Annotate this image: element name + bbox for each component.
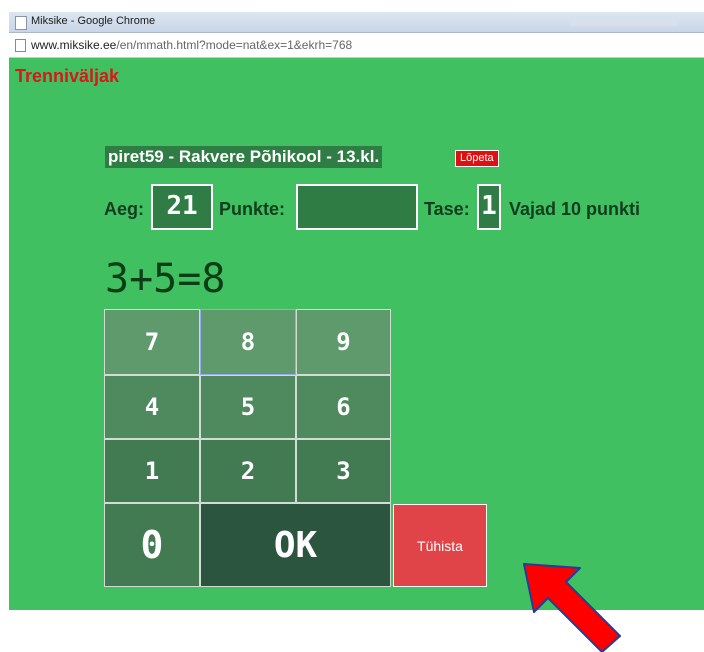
page-icon (15, 16, 27, 30)
key-7[interactable]: 7 (104, 309, 200, 375)
key-3[interactable]: 3 (296, 439, 391, 503)
points-label: Punkte: (219, 199, 286, 219)
key-5[interactable]: 5 (200, 375, 296, 439)
key-4[interactable]: 4 (104, 375, 200, 439)
key-9[interactable]: 9 (296, 309, 391, 375)
points-needed-text: Vajad 10 punkti (509, 199, 641, 219)
cancel-button[interactable]: Tühista (393, 504, 487, 587)
url-domain: www.miksike.ee (31, 38, 117, 52)
time-box: 21 (151, 184, 213, 230)
window-title: Miksike - Google Chrome (31, 15, 156, 27)
browser-titlebar: Miksike - Google Chrome (9, 12, 704, 33)
equation: 3+5=8 (105, 256, 226, 302)
key-0[interactable]: 0 (104, 503, 200, 587)
points-box (296, 184, 418, 230)
key-6[interactable]: 6 (296, 375, 391, 439)
site-title: Trenniväljak (15, 66, 120, 86)
user-info: piret59 - Rakvere Põhikool - 13.kl. (105, 146, 383, 168)
level-label: Tase: (424, 199, 470, 219)
url-text[interactable]: www.miksike.ee/en/mmath.html?mode=nat&ex… (31, 38, 352, 52)
stop-button[interactable]: Lõpeta (455, 150, 499, 167)
page-viewport: Trenniväljak piret59 - Rakvere Põhikool … (9, 58, 704, 610)
key-2[interactable]: 2 (200, 439, 296, 503)
url-path: /en/mmath.html?mode=nat&ex=1&ekrh=768 (116, 38, 353, 52)
ok-button[interactable]: OK (200, 503, 391, 587)
time-label: Aeg: (104, 199, 144, 219)
key-1[interactable]: 1 (104, 439, 200, 503)
red-pointer-arrow-icon (523, 563, 621, 652)
key-8[interactable]: 8 (200, 309, 296, 375)
level-box: 1 (477, 184, 501, 230)
window-controls[interactable] (569, 16, 679, 26)
page-icon (15, 39, 26, 52)
address-bar[interactable]: www.miksike.ee/en/mmath.html?mode=nat&ex… (9, 33, 704, 58)
